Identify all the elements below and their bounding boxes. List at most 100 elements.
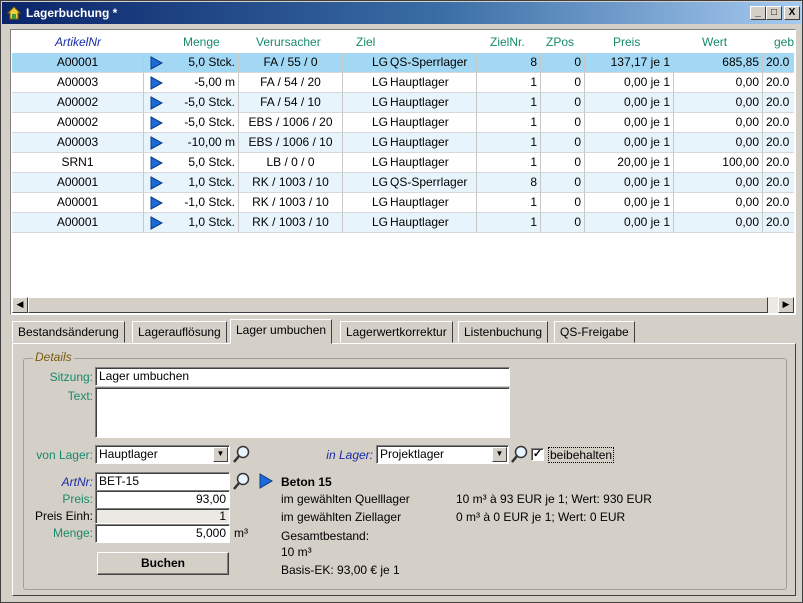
cell-zpos: 0 (541, 173, 585, 193)
menge-input[interactable]: 5,000 (95, 524, 230, 543)
table-row[interactable]: A00001 -1,0 Stck. RK / 1003 / 10 LG Hauptlag… (12, 193, 794, 213)
cell-zpos: 0 (541, 213, 585, 233)
menge-label: Menge: (52, 526, 93, 540)
buchen-button[interactable]: Buchen (97, 552, 229, 575)
table-row[interactable]: SRN1 5,0 Stck. LB / 0 / 0 LG Hauptlager 1 0 20,… (12, 153, 794, 173)
booking-grid[interactable]: ArtikelNr Menge Verursacher Ziel ZielNr.… (10, 29, 796, 315)
text-label: Text: (67, 389, 93, 403)
table-row[interactable]: A00001 1,0 Stck. RK / 1003 / 10 LG Hauptlage… (12, 213, 794, 233)
column-header-zpos[interactable]: ZPos (546, 35, 574, 49)
column-header-menge[interactable]: Menge (183, 35, 220, 49)
sitzung-label: Sitzung: (49, 370, 93, 384)
cell-verursacher: FA / 54 / 20 (239, 73, 343, 93)
column-header-wert[interactable]: Wert (702, 35, 727, 49)
cell-ziel-code: LG (343, 153, 389, 173)
cell-zielnr: 8 (477, 53, 541, 73)
play-icon[interactable] (149, 96, 163, 110)
column-header-zielnr[interactable]: ZielNr. (490, 35, 525, 49)
play-icon[interactable] (149, 176, 163, 190)
table-row[interactable]: A00001 1,0 Stck. RK / 1003 / 10 LG QS-Sperrl… (12, 173, 794, 193)
cell-verursacher: EBS / 1006 / 10 (239, 133, 343, 153)
cell-artikelnr: A00001 (12, 213, 144, 233)
play-icon[interactable] (255, 471, 275, 491)
scroll-left-icon[interactable]: ◀ (12, 297, 28, 313)
scroll-thumb[interactable] (28, 297, 768, 313)
in-lager-select[interactable]: Projektlager ▼ (376, 445, 509, 464)
tab-lageraufloesung[interactable]: Lagerauflösung (132, 321, 227, 343)
ziellager-value: 0 m³ à 0 EUR je 1; Wert: 0 EUR (456, 510, 626, 524)
column-header-verursacher[interactable]: Verursacher (256, 35, 321, 49)
tab-qs-freigabe[interactable]: QS-Freigabe (554, 321, 635, 343)
cell-verursacher: FA / 54 / 10 (239, 93, 343, 113)
cell-ziel-name: Hauptlager (389, 93, 477, 113)
search-icon[interactable] (510, 444, 530, 464)
search-icon[interactable] (232, 471, 252, 491)
table-row[interactable]: A00003 -5,00 m FA / 54 / 20 LG Hauptlager 1 0 0… (12, 73, 794, 93)
table-row[interactable]: A00003 -10,00 m EBS / 1006 / 10 LG Hauptlage… (12, 133, 794, 153)
table-row[interactable]: A00002 -5,0 Stck. FA / 54 / 10 LG Hauptlager… (12, 93, 794, 113)
table-row[interactable]: A00002 -5,0 Stck. EBS / 1006 / 20 LG Hauptla… (12, 113, 794, 133)
horizontal-scrollbar[interactable]: ◀ ▶ (12, 297, 794, 313)
tab-listenbuchung[interactable]: Listenbuchung (458, 321, 549, 343)
play-icon[interactable] (149, 56, 163, 70)
cell-zpos: 0 (541, 133, 585, 153)
cell-artikelnr: A00003 (12, 73, 144, 93)
close-button[interactable]: X (784, 6, 800, 20)
minimize-button[interactable]: _ (750, 6, 766, 20)
artnr-input[interactable]: BET-15 (95, 472, 230, 491)
search-icon[interactable] (232, 444, 252, 464)
cell-ziel-code: LG (343, 73, 389, 93)
gesamtbestand-value: 10 m³ (281, 545, 312, 559)
title-bar: Lagerbuchung * _ □ X (2, 2, 801, 24)
cell-zpos: 0 (541, 53, 585, 73)
scroll-right-icon[interactable]: ▶ (778, 297, 794, 313)
tab-panel-lager-umbuchen: Details Sitzung: Lager umbuchen Text: vo… (12, 343, 796, 596)
cell-zielnr: 1 (477, 113, 541, 133)
column-header-artikelnr[interactable]: ArtikelNr (55, 35, 101, 49)
cell-geb: 20.0 (763, 213, 794, 233)
cell-verursacher: EBS / 1006 / 20 (239, 113, 343, 133)
maximize-button[interactable]: □ (766, 6, 782, 20)
cell-geb: 20.0 (763, 113, 794, 133)
text-area[interactable] (95, 387, 510, 438)
cell-preis: 0,00 je 1 (585, 133, 674, 153)
cell-preis: 0,00 je 1 (585, 93, 674, 113)
chevron-down-icon[interactable]: ▼ (492, 447, 507, 462)
sitzung-input[interactable]: Lager umbuchen (95, 367, 510, 386)
chevron-down-icon[interactable]: ▼ (213, 447, 228, 462)
in-lager-label: in Lager: (326, 448, 373, 462)
column-header-preis[interactable]: Preis (613, 35, 640, 49)
play-icon[interactable] (149, 156, 163, 170)
cell-artikelnr: A00001 (12, 53, 144, 73)
tab-bestandsaenderung[interactable]: Bestandsänderung (12, 321, 125, 343)
lagerbuchung-window: Lagerbuchung * _ □ X ArtikelNr Menge Ver… (0, 0, 803, 603)
cell-preis: 0,00 je 1 (585, 213, 674, 233)
cell-artikelnr: A00002 (12, 93, 144, 113)
play-icon[interactable] (149, 216, 163, 230)
tab-lager-umbuchen[interactable]: Lager umbuchen (230, 319, 333, 344)
von-lager-select[interactable]: Hauptlager ▼ (95, 445, 230, 464)
preis-einh-label: Preis Einh: (34, 509, 93, 523)
column-header-geb[interactable]: geb (774, 35, 794, 49)
play-icon[interactable] (149, 136, 163, 150)
basis-ek: Basis-EK: 93,00 € je 1 (281, 563, 400, 577)
cell-ziel-code: LG (343, 53, 389, 73)
beibehalten-label[interactable]: beibehalten (548, 447, 615, 463)
play-icon[interactable] (149, 116, 163, 130)
cell-ziel-name: Hauptlager (389, 193, 477, 213)
play-icon[interactable] (149, 196, 163, 210)
cell-artikelnr: SRN1 (12, 153, 144, 173)
play-icon[interactable] (149, 76, 163, 90)
tab-lagerwertkorrektur[interactable]: Lagerwertkorrektur (340, 321, 453, 343)
cell-artikelnr: A00001 (12, 193, 144, 213)
cell-wert: 0,00 (674, 93, 763, 113)
table-row[interactable]: A00001 5,0 Stck. FA / 55 / 0 LG QS-Sperrlage… (12, 53, 794, 73)
cell-verursacher: RK / 1003 / 10 (239, 173, 343, 193)
cell-geb: 20.0 (763, 133, 794, 153)
preis-einh-input[interactable]: 1 (95, 508, 230, 524)
cell-wert: 0,00 (674, 113, 763, 133)
beibehalten-checkbox[interactable]: ✓ (531, 448, 544, 461)
preis-input[interactable]: 93,00 (95, 490, 230, 509)
preis-label: Preis: (62, 492, 93, 506)
column-header-ziel[interactable]: Ziel (356, 35, 375, 49)
